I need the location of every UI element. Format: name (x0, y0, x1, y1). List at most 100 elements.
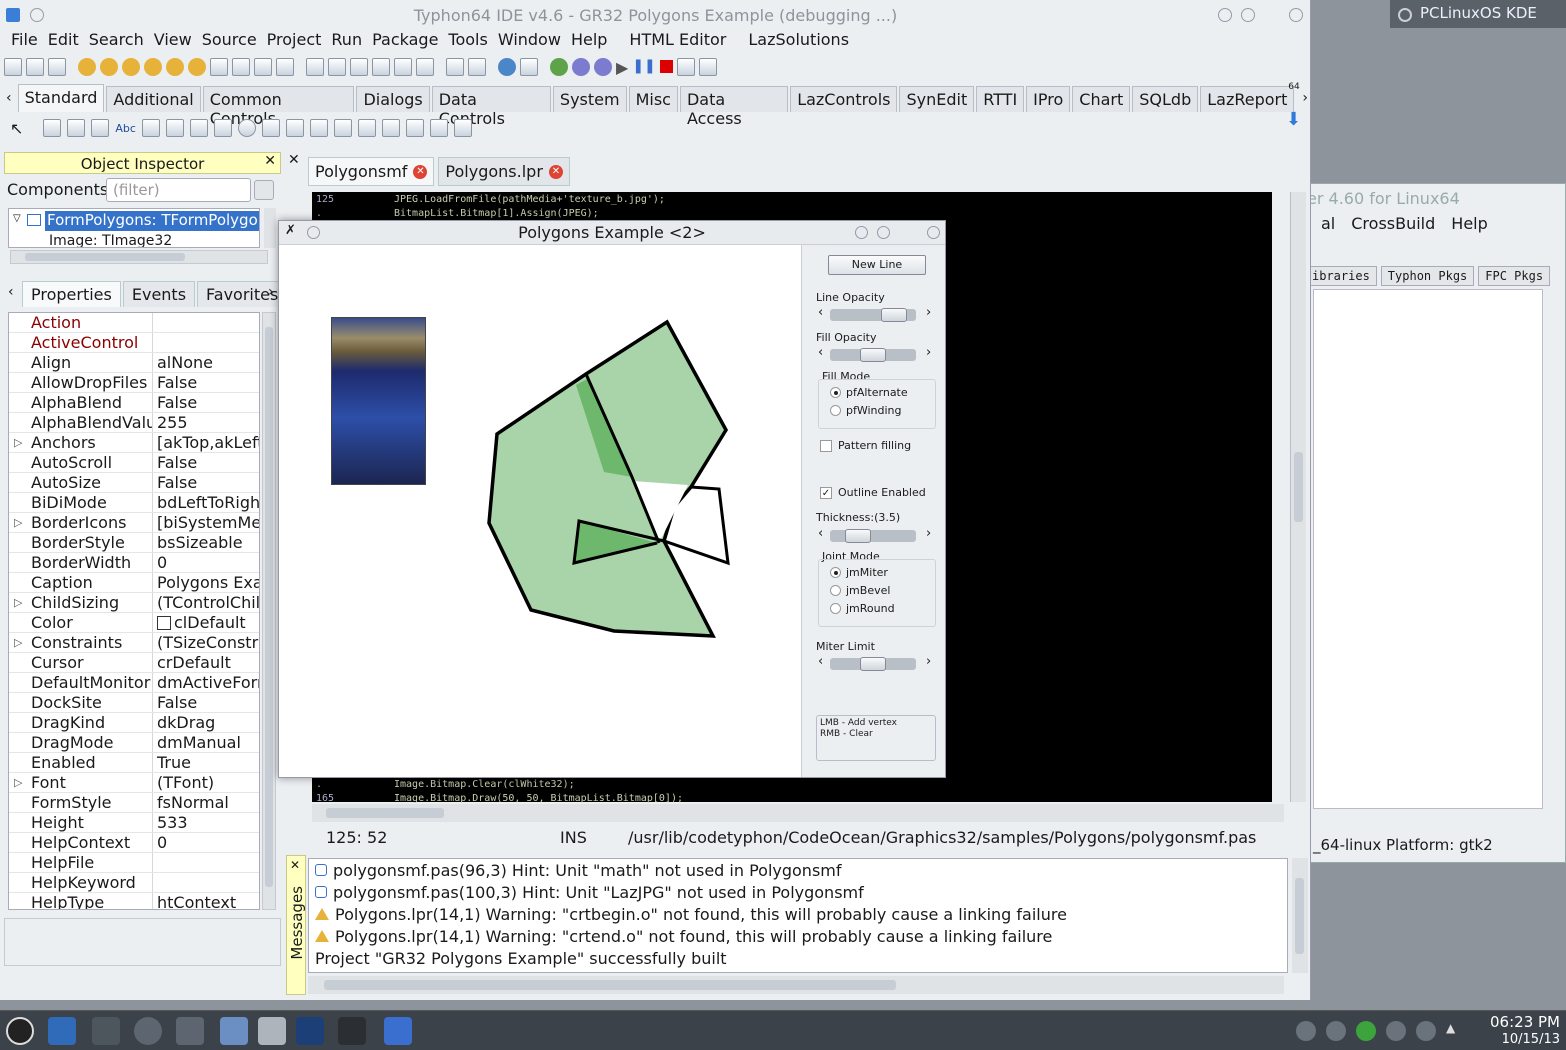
expand-icon[interactable]: ▷ (14, 593, 22, 612)
property-row[interactable]: Align alNone (9, 353, 259, 373)
property-row[interactable]: Color clDefault (9, 613, 259, 633)
property-value[interactable]: crDefault (153, 653, 259, 672)
property-value[interactable]: bdLeftToRight (153, 493, 259, 512)
property-value[interactable] (153, 333, 259, 352)
property-row[interactable]: Cursor crDefault (9, 653, 259, 673)
run-params-icon[interactable] (572, 58, 590, 76)
expand-icon[interactable]: ▷ (14, 513, 22, 532)
palette-tab[interactable]: LazControls (790, 86, 898, 112)
property-row[interactable]: ActiveControl (9, 333, 259, 353)
tradiobutton-icon[interactable] (237, 119, 256, 137)
property-value[interactable] (153, 853, 259, 872)
radio-indicator[interactable] (830, 567, 841, 578)
checkbox-indicator[interactable] (820, 439, 832, 452)
slider-left-icon[interactable]: ‹ (818, 526, 823, 541)
slider-left-icon[interactable]: ‹ (818, 305, 823, 320)
palette-tab[interactable]: Chart (1072, 86, 1131, 112)
expand-icon[interactable]: ▷ (14, 433, 22, 452)
palette-tab[interactable]: Misc (628, 86, 678, 112)
paste-icon[interactable] (254, 58, 272, 76)
polygons-example-window[interactable]: ✗ Polygons Example <2> New Line Line Opa… (278, 220, 946, 778)
property-value[interactable] (153, 313, 259, 332)
tmainmenu-icon[interactable] (43, 119, 62, 137)
fill-opacity-slider[interactable]: ‹ › (818, 345, 934, 363)
bg-menu-item[interactable]: Help (1451, 214, 1487, 233)
palette-tab[interactable]: System (552, 86, 627, 112)
maximize-icon[interactable] (1241, 8, 1255, 22)
palette-tab[interactable]: SynEdit (899, 86, 975, 112)
property-row[interactable]: BiDiMode bdLeftToRight (9, 493, 259, 513)
radio-indicator[interactable] (830, 387, 841, 398)
menu-package[interactable]: Package (367, 30, 443, 54)
radio-indicator[interactable] (830, 405, 841, 416)
disk-icon[interactable] (232, 58, 250, 76)
view-forms-icon[interactable] (372, 58, 390, 76)
property-row[interactable]: Height 533 (9, 813, 259, 833)
terminal-icon[interactable] (258, 1017, 286, 1045)
toggle-form-icon[interactable] (166, 58, 184, 76)
slider-thumb[interactable] (860, 348, 886, 362)
tray-volume-icon[interactable] (1416, 1021, 1436, 1041)
property-value[interactable]: Polygons Exar (153, 573, 259, 592)
polygons-task-icon[interactable] (338, 1017, 366, 1045)
settings-icon[interactable] (468, 58, 486, 76)
radio-pfwinding[interactable]: pfWinding (830, 404, 902, 417)
close-icon[interactable] (1289, 8, 1303, 22)
property-grid-scroll-thumb[interactable] (265, 327, 273, 887)
property-value[interactable]: False (153, 693, 259, 712)
palette-down-arrow-icon[interactable]: ⬇ (1286, 111, 1304, 130)
property-value[interactable]: True (153, 753, 259, 772)
example-close-icon[interactable] (927, 226, 940, 239)
property-row[interactable]: Enabled True (9, 753, 259, 773)
bg-menu-item[interactable]: al (1321, 214, 1335, 233)
messages-vscrollbar[interactable] (1292, 858, 1308, 973)
slider-left-icon[interactable]: ‹ (818, 654, 823, 669)
radio-jmbevel[interactable]: jmBevel (830, 584, 890, 597)
tree-hscroll-thumb[interactable] (25, 253, 185, 261)
oi-tabs-right-icon[interactable]: › (268, 284, 274, 300)
messages-hscrollbar[interactable] (308, 976, 1284, 994)
property-value[interactable]: (TSizeConstra (153, 633, 259, 652)
slider-track[interactable] (830, 530, 916, 542)
menu-project[interactable]: Project (262, 30, 327, 54)
editor-tab-polygonsmf[interactable]: Polygonsmf ✕ (308, 157, 435, 186)
build-icon[interactable] (350, 58, 368, 76)
slider-right-icon[interactable]: › (926, 654, 931, 669)
menu-window[interactable]: Window (493, 30, 566, 54)
property-row[interactable]: ▷ BorderIcons [biSystemMen (9, 513, 259, 533)
pause-icon[interactable]: ❚❚ (632, 58, 655, 80)
tframe-icon[interactable] (429, 119, 448, 137)
menu-help[interactable]: Help (566, 30, 612, 54)
inspector-icon[interactable] (328, 58, 346, 76)
messages-hscroll-thumb[interactable] (324, 980, 896, 990)
project-options-icon[interactable] (306, 58, 324, 76)
menu-lazsolutions[interactable]: LazSolutions (743, 30, 854, 54)
editor-vscrollbar[interactable] (1290, 192, 1306, 802)
run-icon[interactable]: ▶ (616, 58, 628, 80)
messages-close-icon[interactable]: ✕ (290, 858, 300, 872)
settings-icon[interactable] (134, 1017, 162, 1045)
menu-file[interactable]: File (6, 30, 43, 54)
property-value[interactable]: 533 (153, 813, 259, 832)
desktop-icon[interactable] (48, 1017, 76, 1045)
radio-indicator[interactable] (830, 585, 841, 596)
property-row[interactable]: HelpFile (9, 853, 259, 873)
message-item[interactable]: Project "GR32 Polygons Example" successf… (309, 947, 1287, 969)
cut-icon[interactable] (276, 58, 294, 76)
oi-tabs-left-icon[interactable]: ‹ (8, 284, 14, 300)
property-row[interactable]: HelpKeyword (9, 873, 259, 893)
tcombobox-icon[interactable] (285, 119, 304, 137)
tlistbox-icon[interactable] (261, 119, 280, 137)
tcheckgroup-icon[interactable] (381, 119, 400, 137)
minimize-icon[interactable] (1218, 8, 1232, 22)
property-row[interactable]: ▷ Anchors [akTop,akLeft (9, 433, 259, 453)
palette-scroll-left-icon[interactable]: ‹ (4, 90, 18, 112)
bg-tab[interactable]: FPC Pkgs (1478, 266, 1551, 286)
typhon-ide-task-icon[interactable] (384, 1017, 412, 1045)
tree-collapse-icon[interactable]: ▽ (13, 213, 21, 224)
editor-hscroll-thumb[interactable] (326, 808, 444, 818)
example-maximize-icon[interactable] (877, 226, 890, 239)
tab-close-icon[interactable]: ✕ (413, 164, 428, 179)
property-value[interactable]: (TControlChil (153, 593, 259, 612)
editor-tab-polygons-lpr[interactable]: Polygons.lpr ✕ (438, 157, 570, 186)
